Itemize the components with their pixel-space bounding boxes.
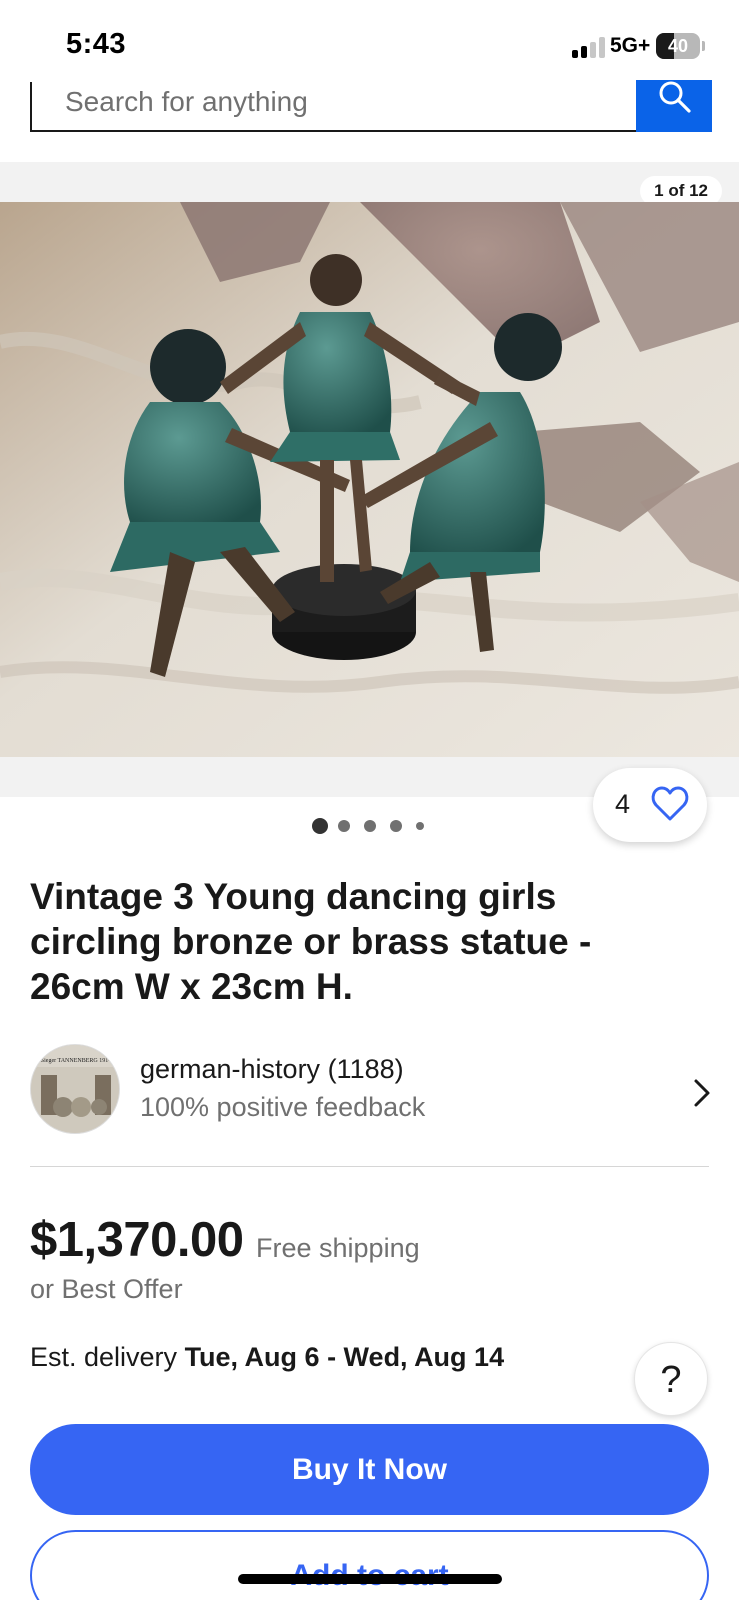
image-gallery[interactable]: 1 of 12 xyxy=(0,162,739,797)
carousel-dot[interactable] xyxy=(416,822,424,830)
product-photo[interactable] xyxy=(0,202,739,757)
best-offer-label: or Best Offer xyxy=(30,1274,183,1304)
home-indicator xyxy=(238,1574,502,1584)
chevron-right-icon[interactable] xyxy=(692,1078,712,1108)
shipping-info: Free shipping xyxy=(256,1233,420,1263)
divider xyxy=(30,1166,709,1167)
seller-avatar: Sieger TANNENBERG 1914 xyxy=(30,1044,120,1134)
add-to-cart-button[interactable]: Add to cart xyxy=(30,1530,709,1600)
seller-feedback: 100% positive feedback xyxy=(140,1092,426,1122)
watchers-count: 4 xyxy=(615,789,631,819)
signal-strength-icon xyxy=(572,36,606,58)
search-button[interactable] xyxy=(636,80,712,132)
search-bar xyxy=(30,80,712,132)
seller-card[interactable]: Sieger TANNENBERG 1914 german-history (1… xyxy=(30,1042,712,1134)
carousel-dot-active[interactable] xyxy=(312,818,328,834)
delivery-label: Est. delivery xyxy=(30,1342,185,1372)
heart-icon xyxy=(651,786,689,821)
carousel-dot[interactable] xyxy=(364,820,376,832)
seller-name[interactable]: german-history (1188) xyxy=(140,1054,404,1085)
avatar-caption: Sieger TANNENBERG 1914 xyxy=(41,1058,111,1064)
battery-icon: 40 xyxy=(656,33,700,59)
search-input[interactable] xyxy=(30,82,636,132)
watch-button[interactable]: 4 xyxy=(593,768,707,842)
carousel-dot[interactable] xyxy=(390,820,402,832)
statue-image xyxy=(0,202,739,757)
status-bar: 5:43 5G+ 40 xyxy=(0,0,739,92)
delivery-dates: Tue, Aug 6 - Wed, Aug 14 xyxy=(184,1342,505,1372)
help-button[interactable]: ? xyxy=(634,1342,708,1416)
estimated-delivery: Est. delivery Tue, Aug 6 - Wed, Aug 14 xyxy=(30,1342,504,1373)
battery-level: 40 xyxy=(667,36,689,56)
carousel-dot[interactable] xyxy=(338,820,350,832)
search-icon xyxy=(659,81,691,113)
price: $1,370.00 xyxy=(30,1213,244,1267)
battery-nub xyxy=(702,41,705,51)
buy-it-now-button[interactable]: Buy It Now xyxy=(30,1424,709,1515)
status-time: 5:43 xyxy=(66,28,127,60)
network-type: 5G+ xyxy=(610,34,651,57)
listing-title: Vintage 3 Young dancing girls circling b… xyxy=(30,876,592,1007)
